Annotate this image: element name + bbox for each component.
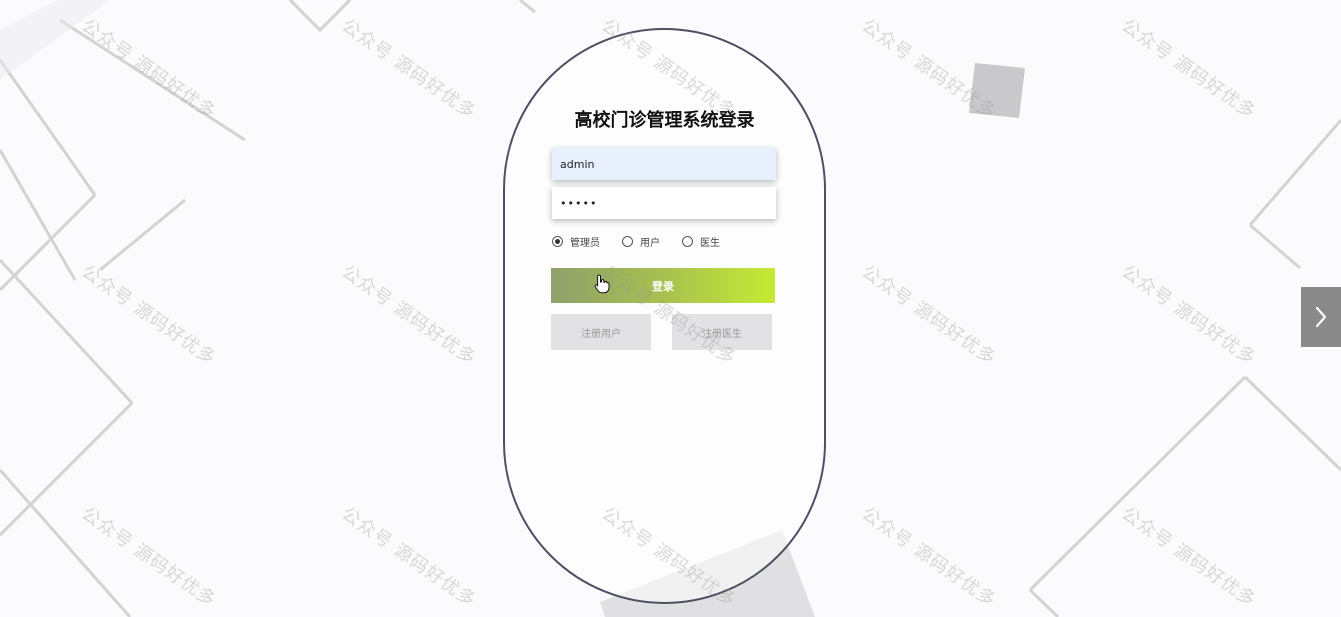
watermark-text: 公众号 源码好优多: [1117, 15, 1260, 124]
hand-pointer-icon: [594, 274, 610, 298]
role-radio-doctor[interactable]: 医生: [682, 234, 720, 249]
radio-unchecked-icon[interactable]: [682, 236, 693, 247]
next-slide-button[interactable]: [1301, 287, 1341, 347]
watermark-text: 公众号 源码好优多: [857, 261, 1000, 370]
role-radio-admin[interactable]: 管理员: [552, 234, 600, 249]
watermark-text: 公众号 源码好优多: [1117, 261, 1260, 370]
watermark-text: 公众号 源码好优多: [337, 261, 480, 370]
role-radio-group: 管理员 用户 医生: [552, 234, 742, 249]
role-label-user: 用户: [640, 238, 660, 249]
chevron-right-icon: [1315, 306, 1327, 328]
watermark-text: 公众号 源码好优多: [337, 15, 480, 124]
login-button[interactable]: 登录: [551, 268, 775, 303]
watermark-text: 公众号 源码好优多: [77, 15, 220, 124]
role-radio-user[interactable]: 用户: [622, 234, 660, 249]
page-title: 高校门诊管理系统登录: [574, 110, 755, 131]
watermark-text: 公众号 源码好优多: [857, 503, 1000, 612]
radio-unchecked-icon[interactable]: [622, 236, 633, 247]
radio-checked-icon[interactable]: [552, 236, 563, 247]
register-user-button[interactable]: 注册用户: [551, 314, 651, 350]
watermark-text: 公众号 源码好优多: [77, 503, 220, 612]
role-label-doctor: 医生: [700, 238, 720, 249]
role-label-admin: 管理员: [570, 238, 600, 249]
watermark-text: 公众号 源码好优多: [857, 15, 1000, 124]
username-input[interactable]: [552, 148, 776, 180]
register-doctor-button[interactable]: 注册医生: [672, 314, 772, 350]
watermark-text: 公众号 源码好优多: [1117, 503, 1260, 612]
watermark-text: 公众号 源码好优多: [77, 261, 220, 370]
watermark-text: 公众号 源码好优多: [337, 503, 480, 612]
password-input[interactable]: [552, 187, 776, 219]
